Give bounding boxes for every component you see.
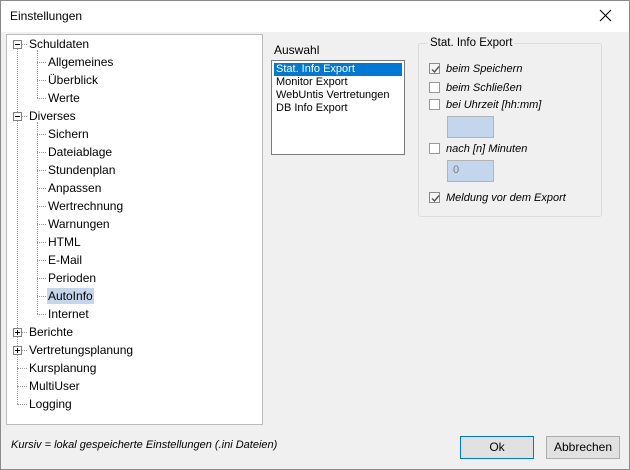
tree-item[interactable]: Dateiablage <box>47 144 113 160</box>
tree-item[interactable]: Vertretungsplanung <box>28 342 134 358</box>
ok-button[interactable]: Ok <box>460 436 534 459</box>
tree-item[interactable]: Warnungen <box>47 216 111 232</box>
beim-schliessen-label: beim Schließen <box>446 82 522 94</box>
tree-connector <box>37 152 46 153</box>
check-icon <box>431 66 440 74</box>
tree-item[interactable]: Werte <box>47 90 81 106</box>
tree-item[interactable]: E-Mail <box>47 252 83 268</box>
tree-item[interactable]: Internet <box>47 306 90 322</box>
meldung-label: Meldung vor dem Export <box>446 192 566 204</box>
tree-item[interactable]: Schuldaten <box>28 36 90 52</box>
tree-connector <box>37 314 46 315</box>
tree-connector <box>37 224 46 225</box>
tree-connector <box>37 296 46 297</box>
auswahl-list-item[interactable]: DB Info Export <box>274 102 402 115</box>
nach-minuten-label: nach [n] Minuten <box>446 143 528 155</box>
window-title: Einstellungen <box>10 9 83 23</box>
tree-item[interactable]: Perioden <box>47 270 97 286</box>
auswahl-listbox[interactable]: Stat. Info Export Monitor Export WebUntis … <box>271 60 405 155</box>
tree-connector <box>37 170 46 171</box>
uhrzeit-input[interactable] <box>447 116 494 138</box>
tree-item[interactable]: Sichern <box>47 126 90 142</box>
auswahl-list-item[interactable]: Monitor Export <box>274 76 402 89</box>
cancel-button[interactable]: Abbrechen <box>546 436 620 459</box>
settings-dialog: Einstellungen Schuldaten Allgemeines Überb… <box>0 0 630 470</box>
tree-item[interactable]: HTML <box>47 234 82 250</box>
tree-item[interactable]: Allgemeines <box>47 54 114 70</box>
settings-tree[interactable]: Schuldaten Allgemeines Überblick Werte Diver… <box>6 34 263 425</box>
checkbox-box <box>429 63 440 74</box>
tree-connector <box>37 260 46 261</box>
tree-connector <box>37 206 46 207</box>
footer-note: Kursiv = lokal gespeicherte Einstellunge… <box>11 439 278 451</box>
tree-connector <box>37 134 46 135</box>
tree-item[interactable]: Wertrechnung <box>47 198 124 214</box>
auswahl-list-item[interactable]: Stat. Info Export <box>274 63 402 76</box>
tree-connector <box>17 368 27 369</box>
tree-connector <box>37 278 46 279</box>
expand-icon[interactable] <box>13 346 22 355</box>
minuten-value: 0 <box>453 164 460 176</box>
tree-branch-line <box>37 122 38 314</box>
tree-connector <box>17 404 27 405</box>
tree-connector <box>37 242 46 243</box>
tree-item[interactable]: Überblick <box>47 72 99 88</box>
checkbox-box <box>429 143 440 154</box>
checkbox-box <box>429 82 440 93</box>
close-icon <box>599 9 612 22</box>
minuten-input[interactable]: 0 <box>447 160 494 182</box>
export-groupbox-title: Stat. Info Export <box>428 37 515 49</box>
tree-item[interactable]: Stundenplan <box>47 162 116 178</box>
tree-item[interactable]: AutoInfo <box>47 288 94 304</box>
expand-icon[interactable] <box>13 328 22 337</box>
collapse-icon[interactable] <box>13 40 22 49</box>
tree-item[interactable]: Anpassen <box>47 180 102 196</box>
tree-item[interactable]: Logging <box>28 396 73 412</box>
checkbox-box <box>429 99 440 110</box>
tree-item[interactable]: MultiUser <box>28 378 81 394</box>
check-icon <box>431 195 440 203</box>
tree-connector <box>37 98 46 99</box>
bei-uhrzeit-label: bei Uhrzeit [hh:mm] <box>446 99 542 111</box>
tree-connector <box>37 188 46 189</box>
tree-connector <box>37 80 46 81</box>
collapse-icon[interactable] <box>13 112 22 121</box>
tree-branch-line <box>37 50 38 98</box>
tree-item[interactable]: Diverses <box>28 108 77 124</box>
settings-panel: Auswahl Stat. Info Export Monitor Export W… <box>263 34 625 425</box>
auswahl-list-item[interactable]: WebUntis Vertretungen <box>274 89 402 102</box>
beim-speichern-label: beim Speichern <box>446 63 523 75</box>
auswahl-label: Auswahl <box>274 43 320 57</box>
tree-connector <box>17 386 27 387</box>
close-button[interactable] <box>583 1 629 32</box>
checkbox-box <box>429 192 440 203</box>
tree-item[interactable]: Berichte <box>28 324 74 340</box>
tree-connector <box>37 62 46 63</box>
title-bar: Einstellungen <box>1 1 629 32</box>
tree-item[interactable]: Kursplanung <box>28 360 97 376</box>
